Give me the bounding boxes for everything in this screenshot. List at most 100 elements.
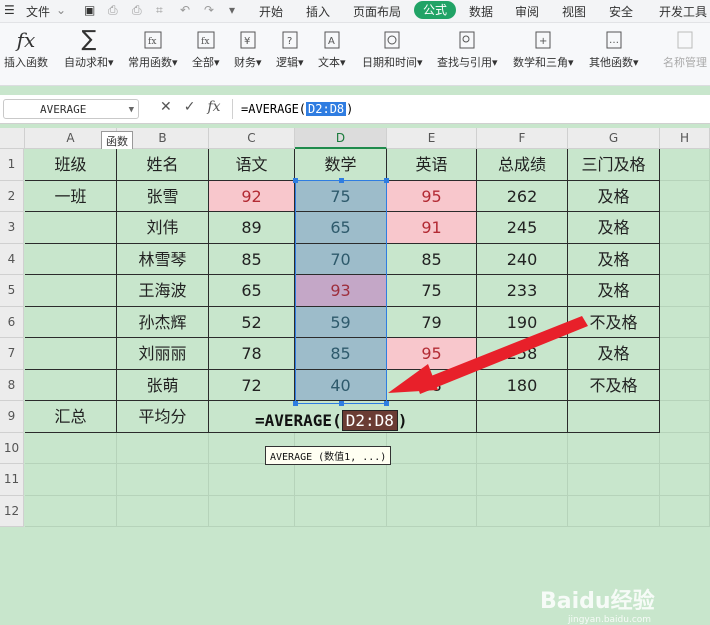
table-cell[interactable]: 93: [295, 275, 387, 307]
column-header-g[interactable]: G: [568, 128, 660, 149]
table-cell[interactable]: 85: [295, 338, 387, 370]
quick-access-dropdown-icon[interactable]: ▾: [229, 3, 235, 17]
header-cell[interactable]: 三门及格: [568, 149, 660, 181]
table-cell[interactable]: 72: [209, 369, 295, 401]
table-cell[interactable]: [660, 275, 710, 307]
empty-cell[interactable]: [387, 495, 477, 527]
empty-cell[interactable]: [117, 464, 209, 496]
header-cell[interactable]: 语文: [209, 149, 295, 181]
table-cell[interactable]: 40: [295, 369, 387, 401]
table-cell[interactable]: [25, 338, 117, 370]
table-cell[interactable]: 及格: [568, 243, 660, 275]
row-header-6[interactable]: 6: [0, 306, 24, 338]
table-cell[interactable]: [25, 369, 117, 401]
table-cell[interactable]: 240: [477, 243, 568, 275]
tab-insert[interactable]: 插入: [306, 3, 330, 20]
chevron-down-icon[interactable]: ⌄: [56, 3, 66, 17]
row-header-12[interactable]: 12: [0, 495, 24, 527]
table-cell[interactable]: [660, 243, 710, 275]
file-menu[interactable]: 文件: [26, 3, 50, 20]
table-cell[interactable]: 59: [295, 306, 387, 338]
tab-review[interactable]: 审阅: [515, 3, 539, 20]
cell-editor[interactable]: =AVERAGE(D2:D8): [255, 410, 408, 431]
empty-cell[interactable]: [660, 495, 710, 527]
empty-cell[interactable]: [25, 464, 117, 496]
table-cell[interactable]: 245: [477, 212, 568, 244]
row-header-3[interactable]: 3: [0, 212, 24, 244]
empty-cell[interactable]: [117, 432, 209, 464]
confirm-icon[interactable]: ✓: [184, 99, 196, 115]
table-cell[interactable]: 70: [295, 243, 387, 275]
header-cell[interactable]: 班级: [25, 149, 117, 181]
name-manager-button[interactable]: 名称管理: [663, 29, 707, 70]
tab-page-layout[interactable]: 页面布局: [353, 3, 401, 20]
empty-cell[interactable]: [25, 495, 117, 527]
table-cell[interactable]: 92: [209, 180, 295, 212]
table-cell[interactable]: 刘伟: [117, 212, 209, 244]
row-header-7[interactable]: 7: [0, 338, 24, 370]
cancel-icon[interactable]: ✕: [160, 99, 172, 115]
chevron-down-icon[interactable]: ▼: [93, 100, 134, 120]
table-cell[interactable]: 林雪琴: [117, 243, 209, 275]
formula-input[interactable]: =AVERAGE(D2:D8): [232, 99, 710, 119]
table-cell[interactable]: 262: [477, 180, 568, 212]
table-cell[interactable]: 85: [387, 243, 477, 275]
print-preview-icon[interactable]: ⎙: [108, 3, 118, 18]
all-functions-button[interactable]: fx 全部▾: [192, 29, 220, 70]
table-cell[interactable]: [660, 149, 710, 181]
header-cell[interactable]: 姓名: [117, 149, 209, 181]
tab-data[interactable]: 数据: [469, 3, 493, 20]
header-cell[interactable]: 总成绩: [477, 149, 568, 181]
row-header-4[interactable]: 4: [0, 243, 24, 275]
fx-icon[interactable]: fx: [207, 99, 220, 115]
table-cell[interactable]: 91: [387, 212, 477, 244]
tab-home[interactable]: 开始: [259, 3, 283, 20]
average-label-cell[interactable]: 平均分: [117, 401, 209, 433]
logical-button[interactable]: ? 逻辑▾: [276, 29, 304, 70]
save-icon[interactable]: ▣: [84, 3, 95, 17]
table-cell[interactable]: 95: [387, 180, 477, 212]
table-cell[interactable]: 及格: [568, 212, 660, 244]
tab-developer[interactable]: 开发工具: [659, 3, 707, 20]
row-header-1[interactable]: 1: [0, 149, 24, 181]
empty-cell[interactable]: [387, 464, 477, 496]
tab-formulas[interactable]: 公式: [414, 1, 457, 19]
table-cell[interactable]: 233: [477, 275, 568, 307]
table-cell[interactable]: 78: [209, 338, 295, 370]
redo-icon[interactable]: ↷: [204, 3, 214, 17]
empty-cell[interactable]: [295, 464, 387, 496]
undo-icon[interactable]: ↶: [180, 3, 190, 17]
math-trig-button[interactable]: + 数学和三角▾: [513, 29, 574, 70]
table-cell[interactable]: 85: [209, 243, 295, 275]
table-cell[interactable]: 张萌: [117, 369, 209, 401]
insert-function-button[interactable]: fx 插入函数: [4, 29, 48, 70]
empty-cell[interactable]: [660, 432, 710, 464]
tab-security[interactable]: 安全: [609, 3, 633, 20]
table-cell[interactable]: 52: [209, 306, 295, 338]
text-button[interactable]: A 文本▾: [318, 29, 346, 70]
table-cell[interactable]: 65: [295, 212, 387, 244]
empty-cell[interactable]: [25, 432, 117, 464]
row-header-9[interactable]: 9: [0, 401, 24, 433]
table-cell[interactable]: [660, 180, 710, 212]
empty-cell[interactable]: [660, 464, 710, 496]
summary-label-cell[interactable]: 汇总: [25, 401, 117, 433]
table-cell[interactable]: [660, 306, 710, 338]
table-cell[interactable]: 刘丽丽: [117, 338, 209, 370]
table-cell[interactable]: 张雪: [117, 180, 209, 212]
row-header-8[interactable]: 8: [0, 369, 24, 401]
column-header-h[interactable]: H: [660, 128, 710, 149]
empty-cell[interactable]: [209, 464, 295, 496]
header-cell[interactable]: 数学: [295, 149, 387, 181]
table-cell[interactable]: 89: [209, 212, 295, 244]
tab-view[interactable]: 视图: [562, 3, 586, 20]
table-cell[interactable]: 王海波: [117, 275, 209, 307]
table-cell[interactable]: 65: [209, 275, 295, 307]
format-painter-icon[interactable]: ⌗: [156, 3, 163, 18]
row-header-5[interactable]: 5: [0, 275, 24, 307]
table-cell[interactable]: [477, 401, 568, 433]
empty-cell[interactable]: [477, 464, 568, 496]
empty-cell[interactable]: [477, 495, 568, 527]
common-functions-button[interactable]: fx 常用函数▾: [128, 29, 178, 70]
empty-cell[interactable]: [117, 495, 209, 527]
